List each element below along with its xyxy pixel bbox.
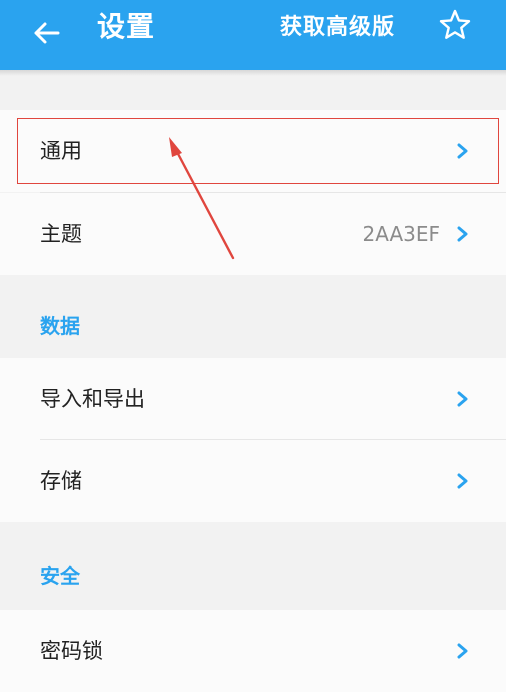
settings-item-label: 导入和导出 xyxy=(40,387,145,411)
theme-color-value: 2AA3EF xyxy=(362,222,440,246)
settings-item-theme[interactable]: 主题 2AA3EF xyxy=(0,193,506,275)
settings-item-label: 主题 xyxy=(40,222,82,246)
chevron-right-icon xyxy=(457,643,468,659)
get-premium-button[interactable]: 获取高级版 xyxy=(280,13,395,43)
star-outline-icon xyxy=(439,9,471,39)
page-title: 设置 xyxy=(97,10,156,43)
settings-item-label: 密码锁 xyxy=(40,639,103,663)
highlight-box xyxy=(17,118,499,184)
settings-item-storage[interactable]: 存储 xyxy=(0,440,506,522)
chevron-right-icon xyxy=(457,473,468,489)
chevron-right-icon xyxy=(457,391,468,407)
settings-item-label: 存储 xyxy=(40,469,82,493)
app-bar: 设置 获取高级版 xyxy=(0,0,506,70)
settings-item-import-export[interactable]: 导入和导出 xyxy=(0,358,506,440)
settings-item-passcode-lock[interactable]: 密码锁 xyxy=(0,610,506,692)
favorite-button[interactable] xyxy=(438,8,472,42)
arrow-left-icon xyxy=(34,22,60,44)
chevron-right-icon xyxy=(457,226,468,242)
section-header-data: 数据 xyxy=(40,314,80,338)
appbar-shadow xyxy=(0,70,506,76)
section-header-security: 安全 xyxy=(40,564,80,588)
back-button[interactable] xyxy=(28,14,66,52)
